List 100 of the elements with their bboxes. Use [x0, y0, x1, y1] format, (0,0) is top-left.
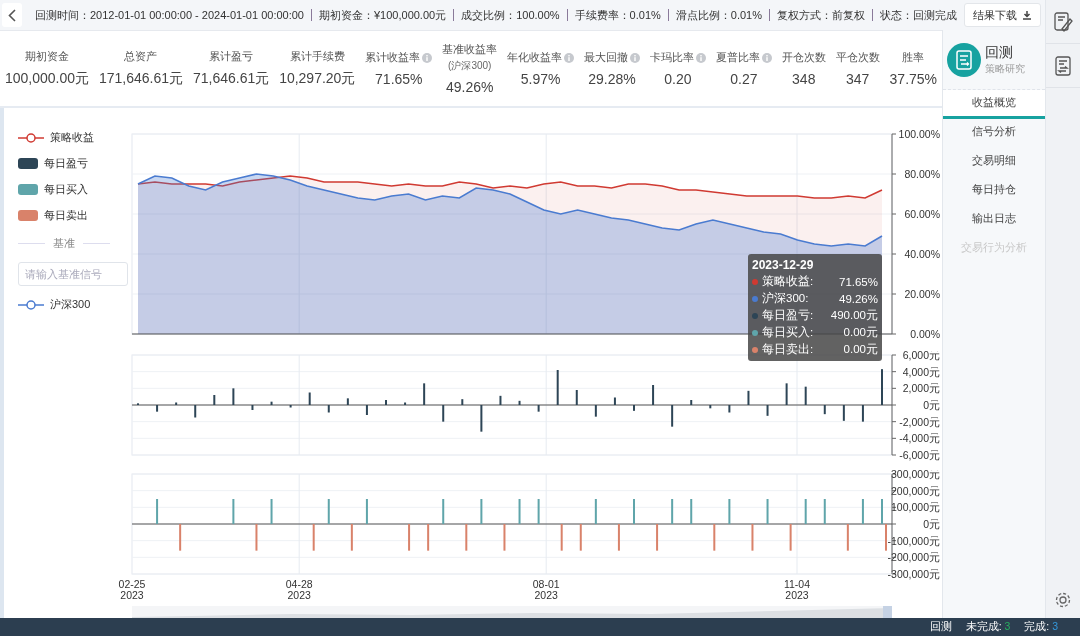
bar [365, 404, 368, 415]
legend-label[interactable]: 沪深300 [50, 297, 91, 312]
stat-value: 171,646.61元 [98, 70, 183, 88]
status-count: 未完成: 3 [965, 620, 1011, 634]
bar [312, 524, 315, 551]
tooltip-label: 每日盈亏: [762, 308, 814, 323]
bar [823, 404, 826, 414]
bar [461, 398, 464, 405]
legend-label[interactable]: 每日买入 [44, 182, 88, 197]
info-icon [695, 52, 706, 63]
bar [232, 387, 235, 405]
tooltip-label: 每日买入: [762, 325, 814, 340]
stat-value: 10,297.20元 [279, 70, 356, 88]
nav-item[interactable]: 收益概览 [943, 90, 1045, 119]
bar [423, 382, 426, 405]
nav-item[interactable]: 交易明细 [943, 148, 1045, 177]
info-text: 回测时间：2012-01-01 00:00:00 - 2024-01-01 00:00:00 [33, 9, 305, 21]
stat-value: 0.20 [664, 71, 692, 87]
axis-label: 0元 [923, 518, 940, 531]
axis-label: -2,000元 [899, 415, 940, 428]
stat-value: 29.28% [588, 71, 636, 87]
bar [861, 499, 864, 525]
bar [327, 404, 330, 413]
bar [537, 499, 540, 525]
stat-label: 基准收益率 [442, 42, 498, 57]
stat-label: 夏普比率 [715, 50, 760, 65]
bar [617, 524, 620, 551]
axis-label: 40.00% [904, 248, 940, 260]
tooltip-date: 2023-12-29 [752, 258, 815, 272]
tooltip-value: 49.26% [839, 292, 878, 305]
stat-label: 总资产 [124, 49, 158, 64]
bar [713, 524, 716, 551]
info-icon [564, 52, 575, 63]
info-text: 成交比例：100.00% [453, 9, 567, 21]
bar [594, 499, 597, 525]
bar [594, 404, 597, 417]
stat-value: 37.75% [889, 71, 938, 87]
note-arrows-icon [1053, 54, 1073, 77]
stat-label: 累计手续费 [289, 49, 345, 64]
stat-value: 348 [792, 71, 816, 87]
nav-item[interactable]: 每日持仓 [943, 177, 1045, 206]
axis-label: 04-28 2023 [285, 578, 313, 602]
bar [270, 499, 273, 525]
stat-value: 71,646.61元 [192, 70, 270, 88]
bar [690, 399, 693, 405]
bar [785, 382, 788, 405]
download-button[interactable]: 结果下载 [964, 3, 1041, 27]
bar [613, 397, 616, 405]
tooltip-value: 0.00元 [843, 342, 878, 357]
stat-label: 年化收益率 [507, 50, 563, 65]
nav-item[interactable]: 输出日志 [943, 206, 1045, 235]
stat-label: 累计盈亏 [209, 49, 254, 64]
bar [213, 394, 216, 405]
legend-label[interactable]: 每日盈亏 [44, 156, 88, 171]
stat-label: 平仓次数 [835, 50, 880, 65]
axis-label: 02-25 2023 [118, 578, 146, 602]
app-logo-icon [947, 42, 981, 77]
bar [465, 524, 468, 551]
stat-label: 最大回撤 [584, 50, 629, 65]
info-text: 复权方式：前复权 [769, 9, 872, 21]
bar [751, 524, 754, 551]
bar [346, 397, 349, 405]
axis-label: 0.00% [910, 328, 940, 340]
stat-value: 0.27 [730, 71, 758, 87]
bar [480, 404, 483, 432]
bar [575, 389, 578, 405]
back-button[interactable] [2, 3, 22, 27]
legend-label[interactable]: 策略收益 [50, 130, 94, 145]
bar [656, 524, 659, 551]
bar [846, 524, 849, 551]
info-icon [422, 52, 433, 63]
bar [308, 392, 311, 405]
axis-label: 80.00% [904, 168, 940, 180]
bar [823, 499, 826, 525]
bar [499, 395, 502, 405]
bar [232, 499, 235, 525]
bar [652, 384, 655, 405]
bar [179, 524, 182, 551]
bar [480, 499, 483, 525]
bar [728, 404, 731, 413]
axis-label: 11-04 2023 [783, 578, 811, 602]
axis-label: 100,000元 [891, 501, 940, 514]
nav-item[interactable]: 信号分析 [943, 119, 1045, 148]
legend-label[interactable]: 每日卖出 [44, 208, 88, 223]
tooltip-label: 沪深300: [762, 291, 809, 306]
bar [194, 404, 197, 418]
info-icon [630, 52, 641, 63]
stat-value: 49.26% [446, 79, 494, 95]
status-count: 完成: 3 [1024, 620, 1058, 634]
axis-label: 200,000元 [891, 484, 940, 497]
input-field[interactable]: 请输入基准信号 [18, 262, 128, 286]
stat-value: 71.65% [375, 71, 423, 87]
axis-label: 2,000元 [902, 381, 940, 394]
download-icon [1022, 10, 1032, 20]
bar [327, 499, 330, 525]
stat-sublabel: (沪深300) [448, 59, 492, 73]
axis-label: -4,000元 [899, 431, 940, 444]
bar [427, 524, 430, 551]
axis-label: 300,000元 [891, 470, 940, 481]
bar [503, 524, 506, 551]
